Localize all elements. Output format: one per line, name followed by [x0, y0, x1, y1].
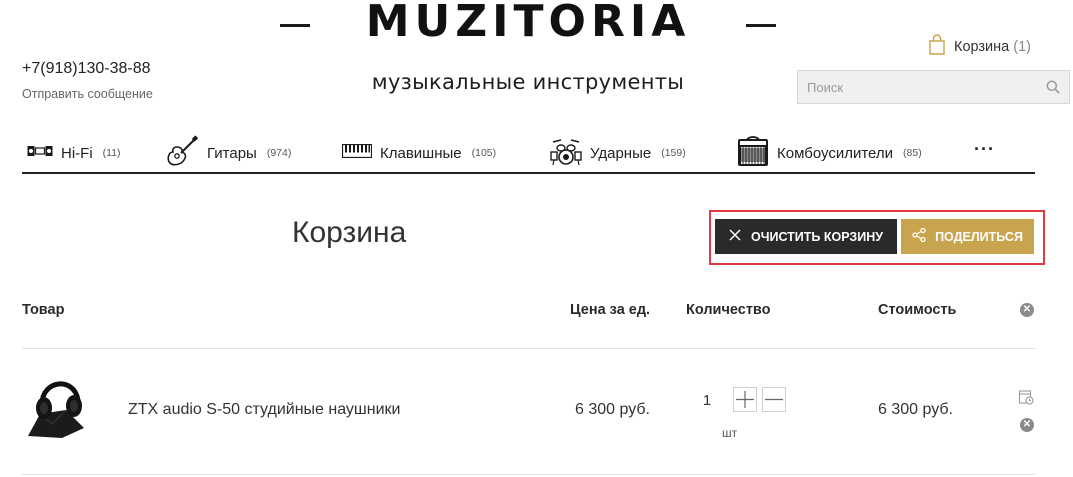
postpone-icon[interactable]	[1018, 389, 1034, 410]
search-box	[797, 70, 1070, 104]
logo-text: MUZITORIA	[365, 0, 691, 47]
quantity-unit: шт	[722, 426, 738, 440]
nav-item-amplifiers[interactable]: Комбоусилители (85)	[737, 134, 922, 172]
nav-more-button[interactable]: ···	[974, 139, 995, 160]
remove-all-icon[interactable]: ✕	[1020, 303, 1034, 317]
search-icon[interactable]	[1037, 80, 1069, 94]
logo-dash-right	[746, 24, 776, 27]
quantity-increase-button[interactable]	[733, 387, 757, 412]
header-cart-link[interactable]: Корзина (1)	[928, 34, 1031, 60]
page-title: Корзина	[292, 216, 407, 249]
logo[interactable]: MUZITORIA	[278, 0, 778, 52]
nav-count-guitars: (974)	[266, 147, 292, 159]
share-button[interactable]: ПОДЕЛИТЬСЯ	[901, 219, 1034, 254]
logo-dash-left	[280, 24, 310, 27]
drum-kit-icon	[550, 136, 582, 170]
nav-count-drums: (159)	[661, 147, 686, 159]
column-header-product: Товар	[22, 302, 65, 318]
nav-label-drums: Ударные	[590, 144, 652, 162]
tagline: музыкальные инструменты	[371, 70, 685, 94]
clear-cart-label: ОЧИСТИТЬ КОРЗИНУ	[750, 229, 884, 244]
hifi-stereo-icon	[27, 144, 53, 162]
nav-item-guitars[interactable]: Гитары (974)	[167, 134, 291, 172]
unit-price: 6 300 руб.	[575, 401, 650, 418]
header-cart-count: (1)	[1013, 39, 1031, 55]
product-image[interactable]	[22, 370, 90, 442]
column-header-cost: Стоимость	[878, 302, 957, 318]
header-cart-label: Корзина	[954, 39, 1010, 55]
search-input[interactable]	[798, 71, 1037, 103]
nav-label-amplifiers: Комбоусилители	[777, 144, 894, 162]
plus-icon	[736, 391, 754, 408]
share-icon	[912, 227, 926, 245]
nav-label-guitars: Гитары	[207, 144, 257, 162]
clear-cart-button[interactable]: ОЧИСТИТЬ КОРЗИНУ	[715, 219, 897, 254]
nav-count-amplifiers: (85)	[903, 147, 922, 159]
column-header-unit-price: Цена за ед.	[570, 302, 651, 318]
nav-label-hifi: Hi-Fi	[61, 144, 93, 162]
guitar-icon	[167, 135, 199, 171]
quantity-decrease-button[interactable]	[762, 387, 786, 412]
product-name-link[interactable]: ZTX audio S-50 студийные наушники	[128, 401, 400, 419]
quantity-value[interactable]: 1	[700, 392, 714, 409]
close-icon	[729, 229, 741, 244]
minus-icon	[765, 398, 783, 401]
send-message-link[interactable]: Отправить сообщение	[22, 87, 153, 101]
row-cost: 6 300 руб.	[878, 401, 953, 418]
nav-count-keyboards: (105)	[471, 147, 497, 159]
nav-item-keyboards[interactable]: Клавишные (105)	[341, 134, 497, 172]
category-nav: Hi-Fi (11) Гитары (974) Клавишные (105) …	[22, 134, 1035, 174]
nav-item-drums[interactable]: Ударные (159)	[550, 134, 686, 172]
table-divider	[22, 348, 1035, 349]
table-divider	[22, 474, 1035, 475]
share-label: ПОДЕЛИТЬСЯ	[935, 229, 1023, 244]
amplifier-icon	[737, 135, 769, 171]
phone-number[interactable]: +7(918)130-38-88	[22, 60, 151, 78]
nav-label-keyboards: Клавишные	[380, 144, 462, 162]
remove-item-icon[interactable]: ✕	[1020, 418, 1034, 432]
column-header-quantity: Количество	[686, 302, 771, 318]
nav-item-hifi[interactable]: Hi-Fi (11)	[27, 134, 121, 172]
piano-keys-icon	[341, 143, 373, 162]
nav-count-hifi: (11)	[102, 147, 121, 159]
shopping-bag-icon	[928, 34, 946, 60]
